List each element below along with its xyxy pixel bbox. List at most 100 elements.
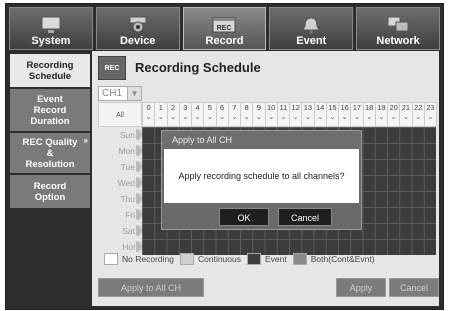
dialog-message: Apply recording schedule to all channels… [164,149,359,203]
sidebar-item-label: Option [34,191,66,203]
hour-header[interactable]: 20 ⌄ [387,102,401,127]
sidebar-item-label: Duration [30,115,70,127]
dialog-ok-button[interactable]: OK [219,208,269,226]
hour-checkbox-icon[interactable]: ⌄ [339,113,350,121]
hour-header[interactable]: 4 ⌄ [191,102,205,127]
hour-checkbox-icon[interactable]: ⌄ [315,113,326,121]
tab-record[interactable]: REC Record [182,7,267,50]
day-row-label[interactable]: Fri [98,208,142,222]
legend-item: No Recording [104,253,174,265]
sidebar-item-rec-quality[interactable]: » REC Quality & Resolution [10,133,90,175]
hour-checkbox-icon[interactable]: ⌄ [290,113,301,121]
alarm-icon [302,17,321,34]
channel-value: CH1 [102,88,123,99]
hour-header[interactable]: 21 ⌄ [399,102,413,127]
day-row-label[interactable]: Thu [98,192,142,206]
hour-checkbox-icon[interactable]: ⌄ [180,113,191,121]
hour-checkbox-icon[interactable]: ⌄ [400,113,411,121]
cancel-button[interactable]: Cancel [389,278,439,297]
day-row-label[interactable]: Wed [98,176,142,190]
channel-select[interactable]: CH1 ▼ [98,86,142,101]
hour-checkbox-icon[interactable]: ⌄ [229,113,240,121]
sidebar-item-label: Record [33,104,67,116]
hour-header[interactable]: 16 ⌄ [338,102,352,127]
hour-header[interactable]: 18 ⌄ [362,102,376,127]
day-row-label[interactable]: Hol [98,240,142,254]
tab-label: Network [376,35,420,47]
hour-header[interactable]: 1 ⌄ [154,102,168,127]
hour-checkbox-icon[interactable]: ⌄ [425,113,436,121]
hour-header[interactable]: 10 ⌄ [264,102,278,127]
legend-item: Event [247,253,287,265]
hour-label: 17 [352,103,362,112]
hour-header[interactable]: 5 ⌄ [203,102,217,127]
legend-swatch [247,253,261,265]
hour-label: 11 [279,103,288,112]
hour-checkbox-icon[interactable]: ⌄ [376,113,387,121]
hour-checkbox-icon[interactable]: ⌄ [302,113,313,121]
hour-label: 12 [291,103,300,112]
hour-label: 7 [232,103,237,112]
hour-checkbox-icon[interactable]: ⌄ [388,113,399,121]
day-row-label[interactable]: Mon [98,144,142,158]
hour-header[interactable]: 9 ⌄ [252,102,266,127]
hour-checkbox-icon[interactable]: ⌄ [364,113,375,121]
hour-header[interactable]: 15 ⌄ [325,102,339,127]
hour-label: 1 [158,103,163,112]
legend-label: Event [265,254,287,264]
hour-label: 2 [171,103,176,112]
legend: No Recording Continuous Event Both(Cont&… [104,253,381,265]
hour-checkbox-icon[interactable]: ⌄ [143,113,154,121]
hour-checkbox-icon[interactable]: ⌄ [155,113,166,121]
tab-event[interactable]: Event [269,7,354,50]
hour-checkbox-icon[interactable]: ⌄ [241,113,252,121]
tab-network[interactable]: Network [356,7,440,50]
legend-item: Continuous [179,253,241,265]
hour-checkbox-icon[interactable]: ⌄ [278,113,289,121]
tab-system[interactable]: System [9,7,93,50]
hour-header[interactable]: 19 ⌄ [374,102,388,127]
hour-header[interactable]: 7 ⌄ [227,102,241,127]
network-icon [387,16,409,32]
hour-header[interactable]: 3 ⌄ [178,102,192,127]
hour-header[interactable]: 23 ⌄ [423,102,437,127]
legend-swatch [104,253,118,265]
tab-device[interactable]: Device [95,7,180,50]
hour-header[interactable]: 14 ⌄ [313,102,327,127]
hour-checkbox-icon[interactable]: ⌄ [351,113,362,121]
tab-label: Event [296,35,327,47]
hour-checkbox-icon[interactable]: ⌄ [217,113,228,121]
dialog-cancel-button[interactable]: Cancel [278,208,332,226]
day-row-label[interactable]: Tue [98,160,142,174]
hour-header[interactable]: 2 ⌄ [166,102,180,127]
hour-checkbox-icon[interactable]: ⌄ [168,113,179,121]
all-checkbox[interactable]: All [98,102,142,127]
day-row-label[interactable]: Sat [98,224,142,238]
sidebar-item-label: Record [33,180,67,192]
hour-header[interactable]: 8 ⌄ [240,102,254,127]
hour-label: 14 [315,103,325,112]
hour-checkbox-icon[interactable]: ⌄ [204,113,215,121]
hour-checkbox-icon[interactable]: ⌄ [253,113,264,121]
hour-header[interactable]: 11 ⌄ [276,102,290,127]
apply-to-all-ch-button[interactable]: Apply to All CH [98,278,204,297]
sidebar-item-event-record-duration[interactable]: Event Record Duration [10,89,90,133]
hour-checkbox-icon[interactable]: ⌄ [266,113,277,121]
hour-label: 23 [426,103,435,112]
page-title: Recording Schedule [135,60,261,75]
tab-label: Device [119,35,156,47]
hour-header[interactable]: 6 ⌄ [215,102,229,127]
hour-header[interactable]: 13 ⌄ [301,102,315,127]
day-row-label[interactable]: Sun [98,128,142,142]
sidebar-item-recording-schedule[interactable]: Recording Schedule [10,54,90,89]
hour-header[interactable]: 12 ⌄ [289,102,303,127]
apply-button[interactable]: Apply [336,278,386,297]
hour-checkbox-icon[interactable]: ⌄ [327,113,338,121]
sidebar-item-record-option[interactable]: Record Option [10,175,90,210]
hour-header[interactable]: 17 ⌄ [350,102,364,127]
hour-label: 21 [401,103,411,112]
hour-header[interactable]: 0 ⌄ [142,102,156,127]
hour-checkbox-icon[interactable]: ⌄ [192,113,203,121]
hour-header[interactable]: 22 ⌄ [411,102,425,127]
hour-checkbox-icon[interactable]: ⌄ [413,113,424,121]
